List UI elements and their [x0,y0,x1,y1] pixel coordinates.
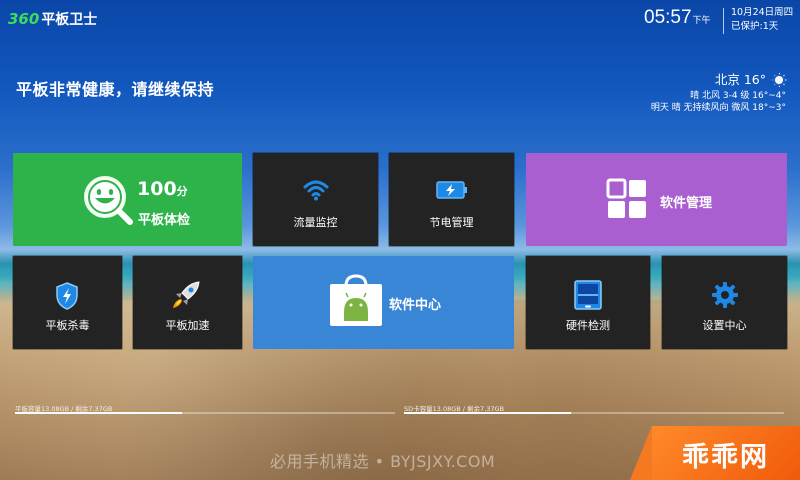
speedup-tile[interactable]: 平板加速 [133,256,242,349]
traffic-monitor-tile[interactable]: 流量监控 [253,153,378,246]
hardware-check-label: 硬件检测 [566,319,610,332]
tablet-storage-bar [15,412,395,414]
checkup-score-unit: 分 [176,185,188,198]
app-logo: 360 平板卫士 [8,9,97,29]
battery-icon [436,181,467,199]
tablet-checkup-tile[interactable]: 100分 平板体检 [13,153,242,246]
sd-storage-bar [404,412,784,414]
corner-badge: 乖乖网 [630,426,800,480]
tablet-icon [574,280,602,310]
checkup-label: 平板体检 [138,213,191,228]
wifi-icon [303,180,329,201]
logo-number: 360 [8,10,40,28]
speedup-label: 平板加速 [165,319,210,332]
gear-icon [712,282,738,308]
logo-text: 平板卫士 [41,12,98,28]
antivirus-label: 平板杀毒 [45,319,90,332]
weather-tomorrow: 明天 晴 无持续风向 微风 18°~3° [650,103,786,113]
sd-storage-fill [404,412,572,414]
clock: 05:57 下午 [644,7,711,29]
smiley-magnifier-icon [84,176,133,225]
header-divider [723,8,724,34]
grid-apps-icon [606,178,646,218]
power-saving-tile[interactable]: 节电管理 [389,153,514,246]
health-status: 平板非常健康，请继续保持 [16,80,215,99]
antivirus-tile[interactable]: 平板杀毒 [13,256,122,349]
weather-today: 晴 北风 3-4 级 16°~4° [690,91,786,101]
shopping-bag-android-icon [330,274,382,326]
settings-center-label: 设置中心 [702,319,747,332]
settings-center-tile[interactable]: 设置中心 [662,256,787,349]
software-center-tile[interactable]: 软件中心 [253,256,514,349]
watermark-text: 必用手机精选 • BYJSJXY.COM [270,452,496,471]
corner-badge-text: 乖乖网 [682,442,769,473]
checkup-score: 100分 [137,178,188,200]
clock-time: 05:57 [644,7,692,28]
traffic-monitor-label: 流量监控 [293,216,338,229]
sun-icon [772,73,786,87]
software-manager-label: 软件管理 [660,196,713,211]
software-center-label: 软件中心 [389,298,442,313]
checkup-score-value: 100 [137,178,177,200]
clock-ampm: 下午 [692,16,711,26]
tablet-storage-fill [15,412,183,414]
weather-city-temp: 北京 16° [714,72,766,87]
date-info: 10月24日周四 已保护:1天 [731,6,793,34]
date-text: 10月24日周四 [731,7,794,18]
weather-widget[interactable]: 北京 16° 晴 北风 3-4 级 16°~4° 明天 晴 无持续风向 微风 1… [651,72,786,114]
rocket-icon [173,281,200,308]
hardware-check-tile[interactable]: 硬件检测 [526,256,650,349]
shield-bolt-icon [56,282,78,310]
power-saving-label: 节电管理 [429,216,474,229]
software-manager-tile[interactable]: 软件管理 [526,153,787,246]
protected-days: 已保护:1天 [731,21,779,32]
